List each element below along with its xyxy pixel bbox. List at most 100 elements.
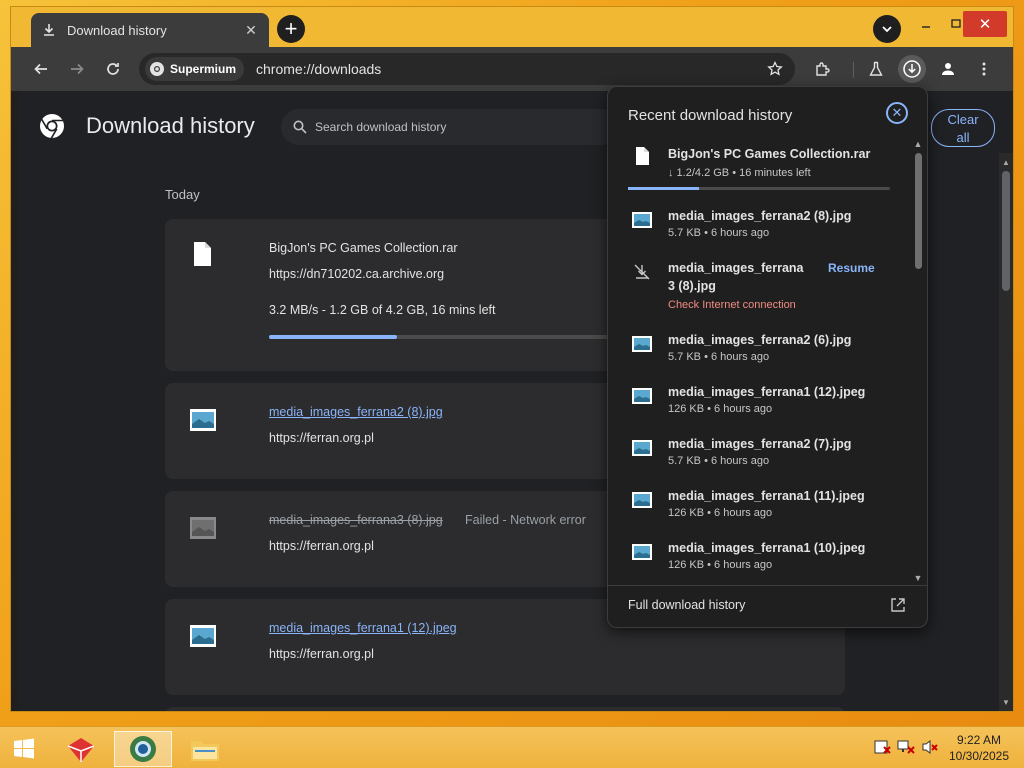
windows-logo-icon bbox=[14, 738, 34, 759]
system-clock[interactable]: 9:22 AM 10/30/2025 bbox=[944, 732, 1014, 764]
person-icon bbox=[942, 63, 954, 75]
bubble-item-status: 126 KB • 6 hours ago bbox=[668, 507, 773, 519]
search-input[interactable] bbox=[315, 120, 595, 134]
bubble-item-in-progress[interactable]: BigJon's PC Games Collection.rar ↓ 1.2/4… bbox=[608, 145, 911, 197]
download-icon bbox=[41, 22, 57, 38]
scroll-down-arrow-icon[interactable]: ▼ bbox=[999, 695, 1013, 709]
volume-muted-icon[interactable] bbox=[920, 737, 940, 757]
bubble-scrollbar[interactable]: ▲ ▼ bbox=[911, 137, 925, 585]
bubble-progress-bar bbox=[628, 187, 890, 190]
extensions-button[interactable] bbox=[809, 55, 837, 83]
back-button[interactable] bbox=[27, 55, 55, 83]
clock-time: 9:22 AM bbox=[956, 733, 1002, 747]
full-download-history-link[interactable]: Full download history bbox=[628, 598, 745, 612]
page-scrollbar[interactable]: ▲ ▼ bbox=[999, 153, 1013, 711]
bubble-item-name-line1: media_images_ferrana bbox=[668, 261, 804, 275]
download-url[interactable]: https://ferran.org.pl bbox=[269, 431, 374, 445]
download-off-icon bbox=[634, 264, 650, 280]
taskbar-app-1[interactable] bbox=[58, 731, 104, 767]
download-url[interactable]: https://ferran.org.pl bbox=[269, 539, 374, 553]
tab-title: Download history bbox=[67, 22, 167, 38]
clear-all-label-2: all bbox=[956, 130, 970, 145]
scroll-up-arrow-icon[interactable]: ▲ bbox=[999, 155, 1013, 169]
bubble-item-name: media_images_ferrana2 (7).jpg bbox=[668, 437, 852, 451]
file-icon bbox=[194, 242, 211, 266]
close-window-button[interactable]: ✕ bbox=[963, 11, 1007, 37]
download-filename-link[interactable]: media_images_ferrana2 (8).jpg bbox=[269, 405, 443, 419]
bubble-item[interactable]: media_images_ferrana1 (12).jpeg 126 KB •… bbox=[608, 383, 911, 423]
url-text: chrome://downloads bbox=[256, 61, 382, 77]
folder-icon bbox=[191, 741, 219, 761]
bubble-item-status: 126 KB • 6 hours ago bbox=[668, 403, 773, 415]
bubble-item-status: 5.7 KB • 6 hours ago bbox=[668, 227, 770, 239]
bubble-item[interactable]: media_images_ferrana2 (6).jpg 5.7 KB • 6… bbox=[608, 331, 911, 371]
bubble-item-name: media_images_ferrana1 (10).jpeg bbox=[668, 541, 866, 555]
clear-all-button[interactable]: Clear all bbox=[931, 109, 995, 147]
site-info-chip[interactable]: Supermium bbox=[145, 57, 245, 81]
browser-toolbar: Supermium chrome://downloads bbox=[11, 47, 1013, 91]
download-filename-link[interactable]: media_images_ferrana1 (12).jpeg bbox=[269, 621, 457, 635]
reload-button[interactable] bbox=[99, 55, 127, 83]
new-tab-button[interactable]: + bbox=[277, 15, 305, 43]
toolbar-separator bbox=[853, 62, 854, 78]
profile-button[interactable] bbox=[934, 55, 962, 83]
network-icon[interactable] bbox=[896, 737, 916, 757]
image-file-icon bbox=[632, 336, 652, 352]
supermium-browser-icon bbox=[130, 736, 156, 762]
resume-button[interactable]: Resume bbox=[828, 261, 875, 275]
arrow-right-icon bbox=[71, 63, 84, 75]
arrow-left-icon bbox=[34, 63, 47, 75]
labs-button[interactable] bbox=[862, 55, 890, 83]
tab-download-history[interactable]: Download history ✕ bbox=[31, 13, 269, 47]
download-url[interactable]: https://ferran.org.pl bbox=[269, 647, 374, 661]
bubble-title: Recent download history bbox=[628, 107, 793, 124]
bubble-item-name-line2: 3 (8).jpg bbox=[668, 279, 716, 293]
scroll-down-arrow-icon[interactable]: ▼ bbox=[911, 571, 925, 585]
downloads-button[interactable] bbox=[898, 55, 926, 83]
image-file-icon bbox=[632, 212, 652, 228]
download-filename[interactable]: BigJon's PC Games Collection.rar bbox=[269, 241, 458, 255]
forward-button[interactable] bbox=[63, 55, 91, 83]
bubble-item-status: 5.7 KB • 6 hours ago bbox=[668, 351, 770, 363]
download-filename-failed: media_images_ferrana3 (8).jpg bbox=[269, 513, 443, 527]
menu-button[interactable] bbox=[970, 55, 998, 83]
taskbar-file-explorer[interactable] bbox=[180, 731, 230, 767]
search-downloads[interactable] bbox=[281, 109, 621, 145]
supermium-logo-icon bbox=[150, 62, 164, 76]
scrollbar-thumb[interactable] bbox=[915, 153, 922, 269]
tab-strip: Download history ✕ + ✕ bbox=[11, 7, 1013, 47]
taskbar: 9:22 AM 10/30/2025 bbox=[0, 726, 1024, 768]
clear-all-label-1: Clear bbox=[947, 112, 979, 127]
minimize-button[interactable] bbox=[911, 11, 941, 37]
full-download-history-row[interactable]: Full download history bbox=[608, 585, 927, 627]
image-file-icon bbox=[190, 409, 216, 431]
bubble-item-name: BigJon's PC Games Collection.rar bbox=[668, 147, 871, 161]
bubble-item-name: media_images_ferrana1 (12).jpeg bbox=[668, 385, 866, 399]
bubble-item-name: media_images_ferrana2 (8).jpg bbox=[668, 209, 852, 223]
bookmark-star-icon[interactable] bbox=[765, 59, 785, 79]
bubble-item-name: media_images_ferrana2 (6).jpg bbox=[668, 333, 852, 347]
start-button[interactable] bbox=[6, 731, 42, 767]
close-icon[interactable]: ✕ bbox=[243, 22, 259, 38]
tab-search-button[interactable] bbox=[873, 15, 901, 43]
progress-fill bbox=[269, 335, 397, 339]
bubble-item[interactable]: media_images_ferrana1 (11).jpeg 126 KB •… bbox=[608, 487, 911, 527]
taskbar-browser[interactable] bbox=[114, 731, 172, 767]
bubble-item-failed[interactable]: media_images_ferrana 3 (8).jpg Resume Ch… bbox=[608, 259, 911, 319]
image-file-icon bbox=[190, 625, 216, 647]
open-external-icon[interactable] bbox=[889, 596, 907, 614]
reload-icon bbox=[107, 63, 119, 75]
chrome-logo-icon bbox=[40, 114, 64, 139]
bubble-item[interactable]: media_images_ferrana2 (7).jpg 5.7 KB • 6… bbox=[608, 435, 911, 475]
download-url[interactable]: https://dn710202.ca.archive.org bbox=[269, 267, 444, 281]
bubble-item-status: ↓ 1.2/4.2 GB • 16 minutes left bbox=[668, 167, 811, 179]
chevron-down-icon bbox=[882, 26, 892, 33]
scroll-up-arrow-icon[interactable]: ▲ bbox=[911, 137, 925, 151]
bubble-item[interactable]: media_images_ferrana2 (8).jpg 5.7 KB • 6… bbox=[608, 207, 911, 247]
close-icon[interactable]: ✕ bbox=[886, 102, 908, 124]
image-file-icon bbox=[632, 388, 652, 404]
address-bar[interactable]: Supermium chrome://downloads bbox=[139, 53, 795, 85]
scrollbar-thumb[interactable] bbox=[1002, 171, 1010, 291]
action-center-icon[interactable] bbox=[872, 737, 892, 757]
bubble-item[interactable]: media_images_ferrana1 (10).jpeg 126 KB •… bbox=[608, 539, 911, 579]
